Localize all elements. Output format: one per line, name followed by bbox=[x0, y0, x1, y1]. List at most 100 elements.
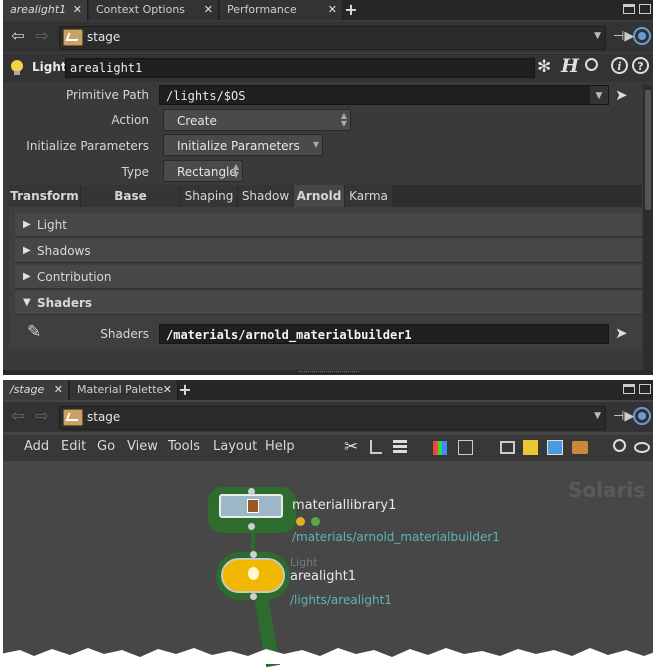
tab-performance-monitor[interactable]: Performance Monitor ✕ bbox=[220, 0, 343, 36]
scrollbar-thumb[interactable] bbox=[645, 90, 651, 210]
tab-shaping[interactable]: Shaping bbox=[181, 185, 238, 207]
node-name-input[interactable]: arealight1 bbox=[65, 58, 535, 78]
tab-stage[interactable]: /stage ✕ bbox=[3, 380, 69, 400]
shaders-picker-icon[interactable]: ➤ bbox=[615, 324, 628, 342]
add-tab-button[interactable]: + bbox=[176, 380, 194, 400]
stage-icon bbox=[63, 409, 83, 426]
input-connector[interactable] bbox=[250, 551, 257, 558]
gear-icon[interactable]: ✻ bbox=[537, 57, 551, 77]
tab-transform[interactable]: Transform bbox=[9, 185, 81, 207]
sticky-note-icon[interactable] bbox=[523, 440, 538, 455]
forward-arrow-icon[interactable]: ⇨ bbox=[33, 408, 51, 424]
link-target-icon[interactable] bbox=[633, 407, 651, 425]
node-type-label: Light bbox=[32, 60, 67, 74]
tab-label: /stage bbox=[10, 383, 45, 396]
folder-light[interactable]: ▶ Light bbox=[15, 213, 642, 237]
eye-icon[interactable] bbox=[634, 442, 650, 453]
close-icon[interactable]: ✕ bbox=[163, 380, 172, 400]
parameter-scrollbar[interactable] bbox=[643, 85, 653, 370]
menu-tools[interactable]: Tools bbox=[168, 435, 200, 459]
tab-arnold[interactable]: Arnold bbox=[294, 185, 345, 207]
chevron-down-icon[interactable]: ▼ bbox=[590, 86, 608, 104]
tab-arealight1[interactable]: arealight1 ✕ bbox=[3, 0, 88, 20]
close-icon[interactable]: ✕ bbox=[328, 0, 337, 20]
pin-icon[interactable]: ⊣▶ bbox=[613, 409, 634, 424]
output-connector[interactable] bbox=[250, 593, 257, 600]
pane-splitter[interactable] bbox=[3, 370, 653, 375]
maximize-icon[interactable] bbox=[639, 4, 651, 14]
menu-help[interactable]: Help bbox=[265, 435, 295, 459]
tab-base-properties[interactable]: Base Properties bbox=[81, 185, 181, 225]
folder-label: Contribution bbox=[37, 270, 112, 284]
bottom-path-bar: ⇦ ⇨ stage ▼ ⊣▶ bbox=[3, 402, 653, 432]
subnet-icon[interactable] bbox=[572, 441, 588, 454]
add-tab-button[interactable]: + bbox=[342, 0, 360, 20]
primitive-path-label: Primitive Path bbox=[65, 88, 149, 102]
shaders-input[interactable]: /materials/arnold_materialbuilder1 bbox=[159, 324, 609, 344]
maximize-icon[interactable] bbox=[639, 384, 651, 394]
color-palette-icon[interactable] bbox=[433, 441, 447, 455]
torn-edge-decoration bbox=[0, 648, 655, 664]
pane-menu-icon[interactable] bbox=[623, 4, 635, 14]
image-icon[interactable] bbox=[547, 440, 563, 455]
wrench-icon[interactable]: ✂ bbox=[344, 437, 358, 457]
warning-badge-icon bbox=[296, 517, 305, 526]
materiallibrary-node[interactable] bbox=[219, 494, 283, 518]
link-target-icon[interactable] bbox=[633, 27, 651, 45]
network-path-field[interactable]: stage ▼ bbox=[59, 406, 606, 430]
folder-shadows[interactable]: ▶ Shadows bbox=[15, 239, 642, 263]
shape-palette-icon[interactable] bbox=[458, 440, 473, 455]
chevron-down-icon[interactable]: ▼ bbox=[594, 411, 601, 421]
tab-label: Material Palette bbox=[77, 383, 164, 396]
info-icon[interactable]: i bbox=[611, 57, 628, 74]
arealight-node[interactable] bbox=[221, 558, 285, 593]
input-connector[interactable] bbox=[248, 488, 255, 495]
shaders-value: /materials/arnold_materialbuilder1 bbox=[166, 328, 412, 342]
close-icon[interactable]: ✕ bbox=[54, 380, 63, 400]
folder-contribution[interactable]: ▶ Contribution bbox=[15, 265, 642, 289]
folder-label: Shaders bbox=[37, 296, 93, 310]
lightbulb-icon bbox=[248, 567, 259, 580]
arealight-node-name: arealight1 bbox=[290, 569, 357, 584]
tree-icon[interactable] bbox=[370, 440, 382, 454]
tab-material-palette[interactable]: Material Palette ✕ bbox=[70, 380, 178, 400]
close-icon[interactable]: ✕ bbox=[204, 0, 213, 20]
network-watermark: Solaris bbox=[568, 478, 646, 502]
back-arrow-icon[interactable]: ⇦ bbox=[9, 28, 27, 44]
forward-arrow-icon[interactable]: ⇨ bbox=[33, 28, 51, 44]
splitter-handle[interactable] bbox=[299, 371, 359, 374]
primitive-path-picker-icon[interactable]: ➤ bbox=[615, 86, 628, 104]
network-box-icon[interactable] bbox=[500, 441, 515, 454]
back-arrow-icon[interactable]: ⇦ bbox=[9, 408, 27, 424]
output-connector[interactable] bbox=[248, 523, 255, 530]
tab-context-options-editor[interactable]: Context Options Editor ✕ bbox=[89, 0, 219, 36]
primitive-path-value: /lights/$OS bbox=[166, 89, 246, 103]
pane-menu-icon[interactable] bbox=[623, 384, 635, 394]
search-icon[interactable] bbox=[613, 439, 626, 452]
menu-add[interactable]: Add bbox=[24, 435, 49, 459]
tab-shadow[interactable]: Shadow bbox=[238, 185, 294, 207]
menu-view[interactable]: View bbox=[127, 435, 158, 459]
pin-icon[interactable]: ⊣▶ bbox=[613, 29, 634, 44]
network-pane-tabbar: /stage ✕ Material Palette ✕ + bbox=[3, 380, 653, 400]
menu-go[interactable]: Go bbox=[97, 435, 115, 459]
menu-edit[interactable]: Edit bbox=[61, 435, 86, 459]
houdini-h-icon[interactable]: H bbox=[561, 55, 579, 77]
network-path-field[interactable]: stage ▼ bbox=[59, 26, 606, 50]
lightbulb-base-icon bbox=[14, 71, 20, 75]
initialize-parameters-menu[interactable]: Initialize Parameters ▼ bbox=[163, 134, 323, 156]
chevron-down-icon[interactable]: ▼ bbox=[594, 31, 601, 41]
type-menu[interactable]: Rectangle ▲ ▼ bbox=[163, 160, 243, 182]
search-icon[interactable] bbox=[585, 58, 598, 71]
menu-layout[interactable]: Layout bbox=[213, 435, 257, 459]
folder-shaders[interactable]: ▼ Shaders bbox=[15, 291, 642, 315]
network-canvas[interactable]: Solaris materiallibrary1 /materials/arno… bbox=[3, 461, 653, 667]
action-menu[interactable]: Create ▲ ▼ bbox=[163, 109, 351, 131]
close-icon[interactable]: ✕ bbox=[73, 0, 82, 20]
list-view-icon[interactable] bbox=[393, 440, 407, 455]
help-icon[interactable]: ? bbox=[632, 57, 649, 74]
materiallibrary-node-name: materiallibrary1 bbox=[292, 498, 397, 513]
tab-karma[interactable]: Karma bbox=[345, 185, 393, 207]
primitive-path-input[interactable]: /lights/$OS ▼ bbox=[159, 85, 609, 105]
arealight-node-type: Light bbox=[290, 556, 318, 569]
